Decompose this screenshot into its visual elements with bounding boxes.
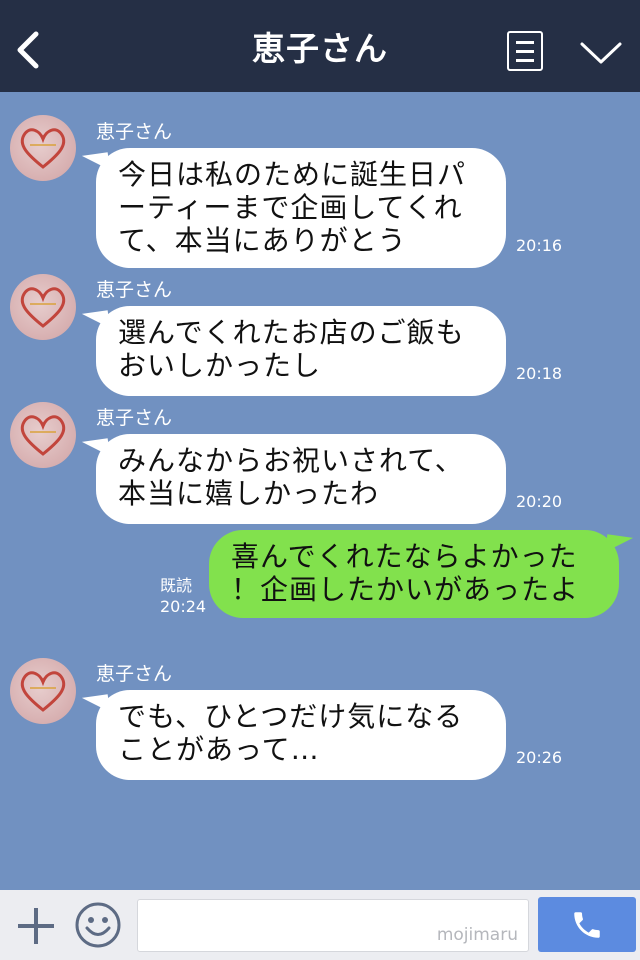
add-button[interactable] — [14, 904, 58, 948]
message-line: みんなからお祝いされて、 — [118, 444, 464, 477]
read-label: 既読 — [160, 576, 193, 595]
message-bubble[interactable]: 選んでくれたお店のご飯も おいしかったし — [96, 306, 506, 396]
message-time: 20:24 — [160, 597, 207, 616]
sender-name: 恵子さん — [96, 407, 173, 429]
message-bubble[interactable]: でも、ひとつだけ気になる ことがあって… — [96, 690, 506, 780]
message-line: ことがあって… — [118, 733, 320, 766]
message-line: 本当に嬉しかったわ — [118, 477, 380, 510]
message-input[interactable]: mojimaru — [137, 899, 529, 952]
message-line: 今日は私のために誕生日パ — [118, 158, 467, 191]
watermark: mojimaru — [436, 925, 518, 945]
message-bubble[interactable]: みんなからお祝いされて、 本当に嬉しかったわ — [96, 434, 506, 524]
sender-name: 恵子さん — [96, 663, 173, 685]
read-status: 既読 20:24 — [160, 575, 206, 617]
menu-list-icon — [516, 41, 534, 44]
message-line: おいしかったし — [118, 349, 322, 382]
expand-button[interactable] — [578, 38, 624, 68]
input-bar: mojimaru — [0, 890, 640, 960]
heart-necklace-icon — [20, 128, 66, 169]
back-button[interactable] — [14, 30, 48, 70]
message-time: 20:16 — [516, 236, 563, 255]
message-line: ーティーまで企画してくれ — [118, 191, 463, 224]
phone-icon — [574, 911, 600, 938]
menu-list-icon-line — [516, 50, 534, 53]
message-line: 選んでくれたお店のご飯も — [118, 316, 465, 349]
message-line: て、本当にありがとう — [118, 224, 407, 257]
avatar[interactable] — [10, 274, 76, 340]
avatar[interactable] — [10, 658, 76, 724]
call-button[interactable] — [538, 897, 636, 952]
heart-necklace-icon — [20, 671, 66, 712]
chat-title: 恵子さん — [252, 29, 388, 68]
message-bubble[interactable]: 喜んでくれたならよかった ！企画したかいがあったよ — [209, 530, 619, 618]
heart-necklace-icon — [20, 415, 66, 456]
message-line: でも、ひとつだけ気になる — [118, 700, 464, 733]
avatar[interactable] — [10, 115, 76, 181]
sticker-button[interactable] — [74, 901, 122, 949]
menu-list-icon-line — [516, 59, 534, 62]
sender-name: 恵子さん — [96, 279, 173, 301]
chat-header: 恵子さん — [0, 0, 640, 92]
avatar[interactable] — [10, 402, 76, 468]
back-chevron-icon — [17, 31, 39, 69]
message-line: 喜んでくれたならよかった — [231, 540, 578, 573]
smiley-icon — [75, 902, 121, 948]
plus-icon — [18, 908, 54, 944]
message-line: ！企画したかいがあったよ — [231, 573, 580, 606]
chat-area[interactable]: 恵子さん 今日は私のために誕生日パ ーティーまで企画してくれ て、本当にありがと… — [0, 92, 640, 890]
message-time: 20:20 — [516, 492, 563, 511]
heart-necklace-icon — [20, 287, 66, 328]
menu-button[interactable] — [507, 31, 543, 71]
message-time: 20:26 — [516, 748, 563, 767]
message-bubble[interactable]: 今日は私のために誕生日パ ーティーまで企画してくれ て、本当にありがとう — [96, 148, 506, 268]
message-time: 20:18 — [516, 364, 563, 383]
chevron-down-icon — [580, 42, 622, 64]
sender-name: 恵子さん — [96, 121, 173, 143]
